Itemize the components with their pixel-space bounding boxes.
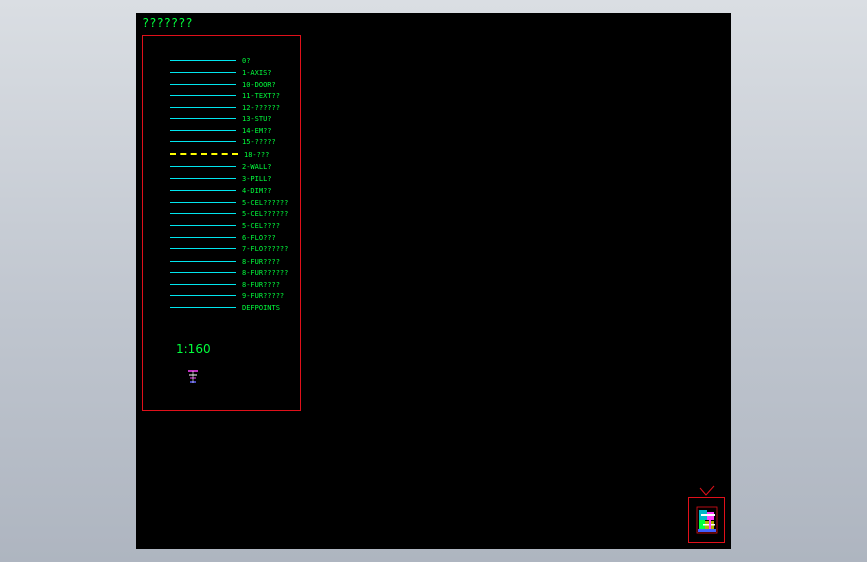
layer-linetype-sample — [170, 284, 236, 285]
layer-row[interactable]: 18-??? — [143, 150, 302, 160]
layer-row[interactable]: 2-WALL? — [143, 162, 302, 172]
layer-row[interactable]: 9-FUR????? — [143, 291, 302, 301]
drawing-canvas[interactable]: ??????? 0? 1-AXIS? 10-DOOR? 11-TEXT?? 12-???… — [136, 13, 731, 549]
layer-label: 5-CEL?????? — [242, 199, 289, 207]
layer-row[interactable]: 10-DOOR? — [143, 80, 302, 90]
layer-label: 1-AXIS? — [242, 69, 272, 77]
layer-linetype-sample — [170, 190, 236, 191]
checkmark-marker-icon — [699, 485, 715, 496]
layer-linetype-sample — [170, 261, 236, 262]
layer-linetype-sample — [170, 60, 236, 61]
layer-linetype-sample — [170, 130, 236, 131]
layer-label: 5-CEL???? — [242, 222, 280, 230]
layer-row[interactable]: 8-FUR???? — [143, 257, 302, 267]
layer-label: 8-FUR???? — [242, 281, 280, 289]
layer-linetype-sample — [170, 118, 236, 119]
layer-row[interactable]: 5-CEL?????? — [143, 209, 302, 219]
layer-row[interactable]: 7-FLO?????? — [143, 244, 302, 254]
layer-label: 8-FUR???? — [242, 258, 280, 266]
layer-row[interactable]: 6-FLO??? — [143, 233, 302, 243]
layer-row[interactable]: 12-?????? — [143, 103, 302, 113]
layer-linetype-sample — [170, 84, 236, 85]
layer-row[interactable]: 13-STU? — [143, 114, 302, 124]
layer-label: 7-FLO?????? — [242, 245, 289, 253]
layer-label: 12-?????? — [242, 104, 280, 112]
layer-row[interactable]: DEFPOINTS — [143, 303, 302, 313]
layer-row[interactable]: 4-DIM?? — [143, 186, 302, 196]
layer-linetype-sample — [170, 237, 236, 238]
layer-row[interactable]: 0? — [143, 56, 302, 66]
layer-label: 18-??? — [244, 151, 270, 159]
layer-label: 8-FUR?????? — [242, 269, 289, 277]
layer-linetype-sample — [170, 72, 236, 73]
layer-row[interactable]: 8-FUR?????? — [143, 268, 302, 278]
layer-label: 10-DOOR? — [242, 81, 276, 89]
layer-label: 3-PILL? — [242, 175, 272, 183]
layer-linetype-sample — [170, 178, 236, 179]
layer-linetype-sample — [170, 202, 236, 203]
layer-linetype-sample — [170, 295, 236, 296]
layer-row[interactable]: 3-PILL? — [143, 174, 302, 184]
drawing-title: ??????? — [142, 16, 193, 30]
layer-row[interactable]: 1-AXIS? — [143, 68, 302, 78]
scale-symbol-icon — [188, 370, 198, 383]
layer-row[interactable]: 11-TEXT?? — [143, 91, 302, 101]
layer-label: 2-WALL? — [242, 163, 272, 171]
layer-linetype-sample — [170, 248, 236, 249]
layer-linetype-sample — [170, 107, 236, 108]
layer-linetype-sample — [170, 225, 236, 226]
floorplan-thumbnail[interactable] — [688, 497, 725, 543]
layer-linetype-sample — [170, 307, 236, 308]
layer-linetype-sample — [170, 153, 238, 155]
layer-label: 5-CEL?????? — [242, 210, 289, 218]
layer-label: 9-FUR????? — [242, 292, 285, 300]
layer-linetype-sample — [170, 95, 236, 96]
layer-linetype-sample — [170, 213, 236, 214]
layer-label: 15-????? — [242, 138, 276, 146]
layer-label: 6-FLO??? — [242, 234, 276, 242]
layer-label: 4-DIM?? — [242, 187, 272, 195]
layer-label: 0? — [242, 57, 251, 65]
layer-linetype-sample — [170, 141, 236, 142]
layer-label: 13-STU? — [242, 115, 272, 123]
layer-linetype-sample — [170, 166, 236, 167]
layer-row[interactable]: 14-EM?? — [143, 126, 302, 136]
layer-linetype-sample — [170, 272, 236, 273]
layer-row[interactable]: 15-????? — [143, 137, 302, 147]
layer-row[interactable]: 5-CEL???? — [143, 221, 302, 231]
layer-legend-frame[interactable]: 0? 1-AXIS? 10-DOOR? 11-TEXT?? 12-?????? 13-ST… — [142, 35, 301, 411]
layer-label: DEFPOINTS — [242, 304, 280, 312]
layer-row[interactable]: 8-FUR???? — [143, 280, 302, 290]
layer-label: 11-TEXT?? — [242, 92, 280, 100]
scale-label: 1:160 — [176, 342, 211, 356]
floorplan-thumbnail-image — [696, 506, 718, 534]
layer-label: 14-EM?? — [242, 127, 272, 135]
layer-row[interactable]: 5-CEL?????? — [143, 198, 302, 208]
